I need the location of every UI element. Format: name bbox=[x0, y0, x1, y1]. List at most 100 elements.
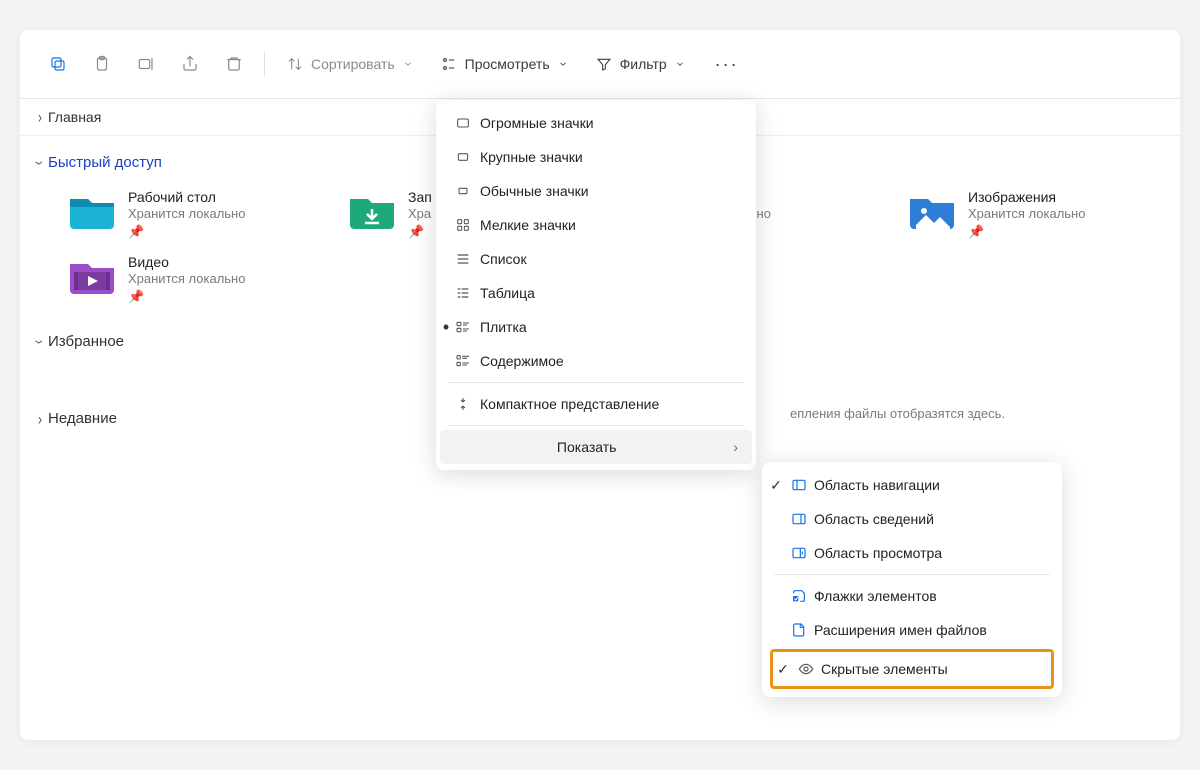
menu-item-checkboxes[interactable]: Флажки элементов bbox=[766, 579, 1058, 613]
menu-item-small-icons[interactable]: Мелкие значки bbox=[440, 208, 752, 242]
menu-item-details[interactable]: Таблица bbox=[440, 276, 752, 310]
menu-label: Область навигации bbox=[814, 477, 940, 493]
show-submenu: ✓ Область навигации Область сведений Обл… bbox=[762, 462, 1062, 697]
file-icon bbox=[790, 622, 808, 638]
bullet-icon: • bbox=[438, 317, 454, 338]
pin-icon: 📌 bbox=[128, 289, 245, 305]
section-title: Быстрый доступ bbox=[48, 154, 162, 171]
item-location: Хранится локально bbox=[968, 206, 1085, 221]
menu-item-medium-icons[interactable]: Обычные значки bbox=[440, 174, 752, 208]
highlight-annotation: ✓ Скрытые элементы bbox=[770, 649, 1054, 689]
sort-dropdown[interactable]: Сортировать bbox=[275, 50, 425, 78]
delete-button[interactable] bbox=[214, 44, 254, 84]
section-title: Избранное bbox=[48, 333, 124, 350]
large-icons-icon bbox=[454, 149, 472, 165]
section-title: Недавние bbox=[48, 410, 117, 427]
paste-button[interactable] bbox=[82, 44, 122, 84]
menu-item-details-pane[interactable]: Область сведений bbox=[766, 502, 1058, 536]
check-icon: ✓ bbox=[768, 477, 784, 494]
item-name: Видео bbox=[128, 254, 245, 270]
check-icon: ✓ bbox=[775, 661, 791, 678]
tiles-icon bbox=[454, 319, 472, 335]
item-location: Хранится локально bbox=[128, 271, 245, 286]
sort-label: Сортировать bbox=[311, 56, 395, 72]
menu-separator bbox=[448, 382, 744, 383]
favorites-hint: епления файлы отобразятся здесь. bbox=[790, 406, 1005, 421]
menu-item-nav-pane[interactable]: ✓ Область навигации bbox=[766, 468, 1058, 502]
chevron-down-icon bbox=[558, 59, 568, 69]
details-icon bbox=[454, 285, 472, 301]
menu-item-preview-pane[interactable]: Область просмотра bbox=[766, 536, 1058, 570]
menu-label: Показать bbox=[454, 439, 719, 455]
list-icon bbox=[454, 251, 472, 267]
breadcrumb-text: Главная bbox=[48, 109, 101, 125]
share-button[interactable] bbox=[170, 44, 210, 84]
eye-icon bbox=[797, 661, 815, 677]
checkboxes-icon bbox=[790, 588, 808, 604]
preview-pane-icon bbox=[790, 545, 808, 561]
menu-label: Обычные значки bbox=[480, 183, 589, 199]
menu-label: Плитка bbox=[480, 319, 527, 335]
view-label: Просмотреть bbox=[465, 56, 550, 72]
pictures-folder-icon bbox=[908, 189, 956, 231]
chevron-down-icon bbox=[675, 59, 685, 69]
more-button[interactable]: ··· bbox=[701, 54, 753, 75]
menu-item-extensions[interactable]: Расширения имен файлов bbox=[766, 613, 1058, 647]
menu-label: Область просмотра bbox=[814, 545, 942, 561]
menu-label: Содержимое bbox=[480, 353, 564, 369]
toolbar-separator bbox=[264, 52, 265, 76]
menu-item-large-icons[interactable]: Крупные значки bbox=[440, 140, 752, 174]
filter-dropdown[interactable]: Фильтр bbox=[584, 50, 697, 78]
item-location: Хранится локально bbox=[128, 206, 245, 221]
chevron-down-icon bbox=[403, 59, 413, 69]
menu-separator bbox=[774, 574, 1050, 575]
view-dropdown[interactable]: Просмотреть bbox=[429, 50, 580, 78]
chevron-down-icon: › bbox=[30, 161, 50, 165]
menu-item-show[interactable]: Показать › bbox=[440, 430, 752, 464]
menu-label: Таблица bbox=[480, 285, 535, 301]
item-name: Изображения bbox=[968, 189, 1085, 205]
content-icon bbox=[454, 353, 472, 369]
menu-label: Огромные значки bbox=[480, 115, 594, 131]
menu-label: Флажки элементов bbox=[814, 588, 937, 604]
desktop-folder-icon bbox=[68, 189, 116, 231]
small-icons-icon bbox=[454, 217, 472, 233]
chevron-right-icon: › bbox=[38, 107, 42, 127]
folder-item[interactable]: Рабочий стол Хранится локально 📌 bbox=[64, 185, 344, 244]
filter-label: Фильтр bbox=[620, 56, 667, 72]
videos-folder-icon bbox=[68, 254, 116, 296]
menu-label: Расширения имен файлов bbox=[814, 622, 987, 638]
item-name: Рабочий стол bbox=[128, 189, 245, 205]
rename-button[interactable] bbox=[126, 44, 166, 84]
menu-label: Мелкие значки bbox=[480, 217, 576, 233]
menu-item-list[interactable]: Список bbox=[440, 242, 752, 276]
menu-label: Область сведений bbox=[814, 511, 934, 527]
menu-label: Список bbox=[480, 251, 527, 267]
compact-icon bbox=[454, 396, 472, 412]
chevron-right-icon: › bbox=[38, 409, 42, 429]
details-pane-icon bbox=[790, 511, 808, 527]
item-name: Зап bbox=[408, 189, 432, 205]
menu-label: Компактное представление bbox=[480, 396, 659, 412]
item-location: Хра bbox=[408, 206, 432, 221]
menu-label: Скрытые элементы bbox=[821, 661, 948, 677]
menu-item-extra-large-icons[interactable]: Огромные значки bbox=[440, 106, 752, 140]
menu-item-hidden[interactable]: ✓ Скрытые элементы bbox=[773, 652, 1051, 686]
extra-large-icons-icon bbox=[454, 115, 472, 131]
pin-icon: 📌 bbox=[968, 224, 1085, 240]
copy-button[interactable] bbox=[38, 44, 78, 84]
menu-item-tiles[interactable]: • Плитка bbox=[440, 310, 752, 344]
folder-item[interactable]: Изображения Хранится локально 📌 bbox=[904, 185, 1180, 244]
menu-item-content[interactable]: Содержимое bbox=[440, 344, 752, 378]
nav-pane-icon bbox=[790, 477, 808, 493]
folder-item[interactable]: Видео Хранится локально 📌 bbox=[64, 250, 344, 309]
view-menu: Огромные значки Крупные значки Обычные з… bbox=[436, 100, 756, 470]
pin-icon: 📌 bbox=[408, 224, 432, 240]
menu-item-compact[interactable]: Компактное представление bbox=[440, 387, 752, 421]
medium-icons-icon bbox=[454, 183, 472, 199]
pin-icon: 📌 bbox=[128, 224, 245, 240]
toolbar: Сортировать Просмотреть Фильтр ··· bbox=[20, 30, 1180, 99]
menu-separator bbox=[448, 425, 744, 426]
downloads-folder-icon bbox=[348, 189, 396, 231]
menu-label: Крупные значки bbox=[480, 149, 583, 165]
